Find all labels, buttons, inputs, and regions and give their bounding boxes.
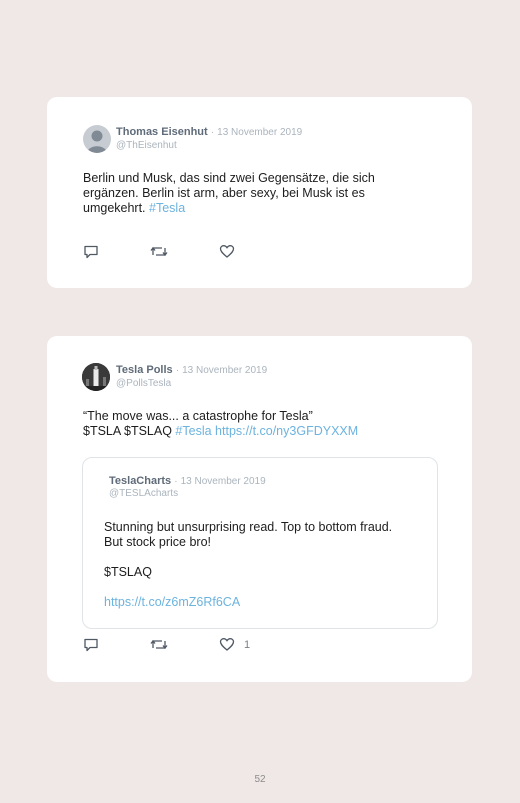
quoted-tweet[interactable]: TeslaCharts · 13 November 2019 @TESLAcha… xyxy=(82,457,438,629)
hashtag-link[interactable]: #Tesla xyxy=(175,424,211,438)
quoted-text-line: But stock price bro! xyxy=(104,535,211,549)
retweet-icon xyxy=(150,639,168,650)
quoted-date[interactable]: 13 November 2019 xyxy=(181,476,266,487)
like-button[interactable]: 1 xyxy=(219,637,250,652)
tweet-card: Tesla Polls · 13 November 2019 @PollsTes… xyxy=(47,336,472,682)
profile-photo-icon xyxy=(82,363,110,391)
tweet-date[interactable]: 13 November 2019 xyxy=(217,127,302,138)
quoted-author: TeslaCharts · 13 November 2019 xyxy=(109,475,266,488)
author-name[interactable]: Tesla Polls xyxy=(116,364,173,376)
quoted-url-link[interactable]: https://t.co/z6mZ6Rf6CA xyxy=(104,595,240,610)
separator: · xyxy=(174,476,178,487)
quoted-author-name[interactable]: TeslaCharts xyxy=(109,475,171,487)
tweet-text-fragment: $TSLA $TSLAQ xyxy=(83,424,172,438)
author-name[interactable]: Thomas Eisenhut xyxy=(116,126,208,138)
tweet-author: Tesla Polls · 13 November 2019 xyxy=(116,364,267,377)
tweet-text-line: $TSLA $TSLAQ #Tesla https://t.co/ny3GFDY… xyxy=(83,424,358,439)
tweet-author: Thomas Eisenhut · 13 November 2019 xyxy=(116,126,302,139)
page-number: 52 xyxy=(254,774,266,785)
reply-icon xyxy=(84,245,98,259)
tweet-text-fragment: umgekehrt. xyxy=(83,201,146,215)
author-handle[interactable]: @PollsTesla xyxy=(116,378,171,389)
reply-button[interactable] xyxy=(83,244,99,259)
avatar[interactable] xyxy=(82,363,110,391)
tweet-text-line: ergänzen. Berlin ist arm, aber sexy, bei… xyxy=(83,186,365,200)
retweet-button[interactable] xyxy=(150,637,168,652)
like-icon xyxy=(219,638,235,651)
tweet-date[interactable]: 13 November 2019 xyxy=(182,365,267,376)
tweet-text-line: “The move was... a catastrophe for Tesla… xyxy=(83,409,313,423)
tweet-text: “The move was... a catastrophe for Tesla… xyxy=(83,409,358,439)
like-count: 1 xyxy=(244,638,251,651)
reply-icon xyxy=(84,638,98,652)
tweet-text-line: Berlin und Musk, das sind zwei Gegensätz… xyxy=(83,171,375,185)
tweet-text: Berlin und Musk, das sind zwei Gegensätz… xyxy=(83,171,375,216)
author-handle[interactable]: @ThEisenhut xyxy=(116,140,177,151)
quoted-text-line: Stunning but unsurprising read. Top to b… xyxy=(104,520,393,534)
tweet-card: Thomas Eisenhut · 13 November 2019 @ThEi… xyxy=(47,97,472,288)
quoted-text: Stunning but unsurprising read. Top to b… xyxy=(104,520,392,550)
avatar[interactable] xyxy=(83,125,111,153)
retweet-icon xyxy=(150,246,168,257)
quoted-handle[interactable]: @TESLAcharts xyxy=(109,488,178,499)
default-avatar-icon xyxy=(87,130,107,153)
retweet-button[interactable] xyxy=(150,244,168,259)
hashtag-link[interactable]: #Tesla xyxy=(149,201,185,215)
separator: · xyxy=(210,127,215,138)
tweet-text-line: umgekehrt. #Tesla xyxy=(83,201,375,216)
like-button[interactable] xyxy=(219,244,235,259)
like-icon xyxy=(219,245,235,258)
url-link[interactable]: https://t.co/ny3GFDYXXM xyxy=(215,424,358,438)
separator: · xyxy=(175,365,180,376)
quoted-text-line: $TSLAQ xyxy=(104,565,152,579)
reply-button[interactable] xyxy=(83,637,99,652)
